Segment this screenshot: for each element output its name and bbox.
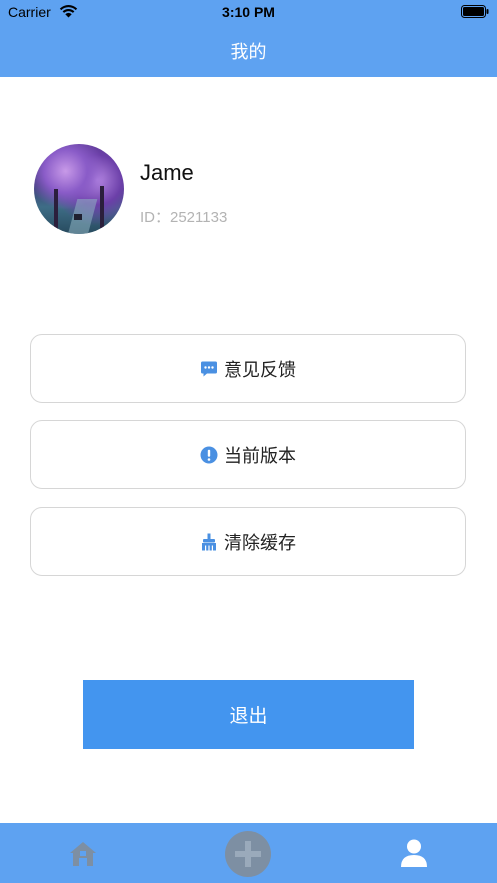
broom-icon — [202, 533, 216, 550]
avatar-bench — [74, 214, 82, 220]
page-title: 我的 — [230, 42, 267, 63]
feedback-chat-icon — [201, 361, 217, 376]
avatar-tree-trunk — [100, 186, 104, 228]
version-button[interactable]: 当前版本 — [30, 420, 466, 489]
logout-label: 退出 — [229, 705, 268, 727]
person-icon[interactable] — [399, 838, 429, 868]
home-icon[interactable] — [68, 840, 98, 868]
avatar-tree-trunk — [54, 189, 58, 229]
avatar[interactable] — [34, 144, 124, 234]
status-bar: Carrier 3:10 PM — [0, 0, 497, 26]
version-label: 当前版本 — [224, 445, 296, 467]
battery-icon — [461, 5, 489, 18]
avatar-path — [66, 199, 98, 234]
feedback-button[interactable]: 意见反馈 — [30, 334, 466, 403]
feedback-label: 意见反馈 — [224, 359, 296, 381]
clear-cache-button[interactable]: 清除缓存 — [30, 507, 466, 576]
clock: 3:10 PM — [222, 4, 275, 20]
header-bar: Carrier 3:10 PM 我的 — [0, 0, 497, 77]
profile-screen: Carrier 3:10 PM 我的 Jame ID：2521133 意见反馈 … — [0, 0, 497, 883]
tab-bar — [0, 823, 497, 883]
username: Jame — [140, 160, 194, 185]
clear-cache-label: 清除缓存 — [224, 532, 296, 554]
user-id: ID：2521133 — [140, 209, 228, 226]
add-icon[interactable] — [225, 831, 271, 877]
logout-button[interactable]: 退出 — [83, 680, 414, 749]
info-exclamation-icon — [200, 446, 218, 463]
add-icon-bar — [245, 841, 251, 867]
